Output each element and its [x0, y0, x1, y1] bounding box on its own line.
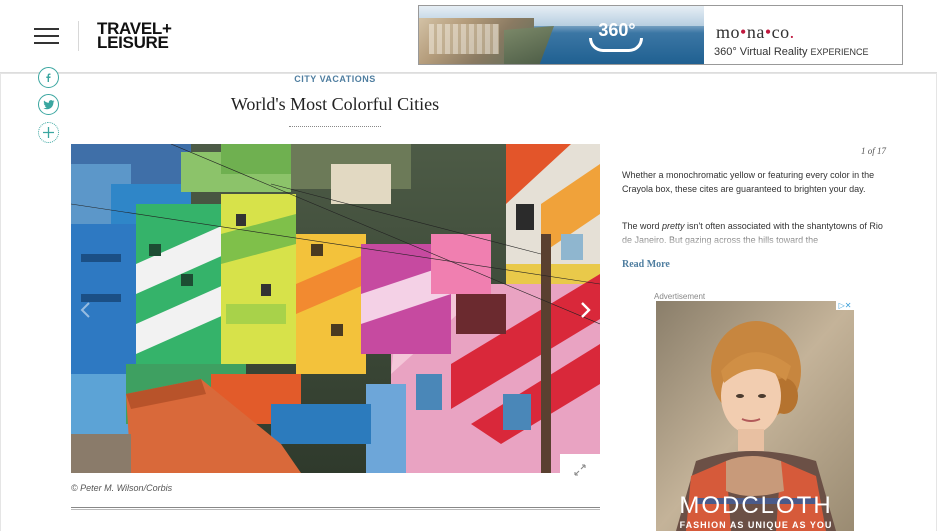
site-header: TRAVEL+ LEISURE 360° mo•na•co. 360° Virt… [0, 0, 937, 72]
ad-tagline: 360° Virtual Reality EXPERIENCE [714, 46, 869, 58]
ad-text-panel: mo•na•co. 360° Virtual Reality EXPERIENC… [704, 6, 902, 64]
advertisement-label: Advertisement [654, 292, 706, 301]
expand-image-button[interactable] [560, 454, 600, 486]
site-logo[interactable]: TRAVEL+ LEISURE [97, 20, 172, 52]
ad-subline: FASHION AS UNIQUE AS YOU [679, 520, 833, 530]
ad-monaco-photo: 360° [419, 6, 704, 64]
more-share-icon[interactable] [38, 122, 59, 143]
content-bottom-rule [71, 507, 600, 510]
slide-description: Whether a monochromatic yellow or featur… [622, 170, 875, 194]
ad-headline: MODCLOTH [679, 492, 833, 519]
slide-counter: 1 of 17 [860, 146, 886, 156]
chevron-left-icon [80, 302, 90, 318]
next-slide-button[interactable] [570, 290, 600, 330]
header-divider [78, 21, 79, 51]
ad-360-badge: 360° [587, 20, 647, 54]
facebook-share-icon[interactable] [38, 67, 59, 88]
previous-slide-button[interactable] [71, 290, 101, 330]
image-credit: © Peter M. Wilson/Corbis [71, 483, 173, 493]
slide-image[interactable] [71, 144, 600, 473]
read-more-link[interactable]: Read More [622, 259, 670, 270]
top-ad-banner[interactable]: 360° mo•na•co. 360° Virtual Reality EXPE… [418, 5, 903, 65]
logo-line-2: LEISURE [97, 33, 169, 52]
title-divider [289, 126, 381, 127]
twitter-share-icon[interactable] [38, 94, 59, 115]
adchoices-icon[interactable]: ▷✕ [836, 301, 854, 310]
expand-icon [574, 464, 586, 476]
section-label[interactable]: CITY VACATIONS [270, 74, 400, 84]
chevron-right-icon [581, 302, 591, 318]
page-title: World's Most Colorful Cities [230, 94, 440, 114]
menu-icon[interactable] [34, 28, 59, 44]
ad-brand-logo: mo•na•co. [716, 22, 795, 42]
